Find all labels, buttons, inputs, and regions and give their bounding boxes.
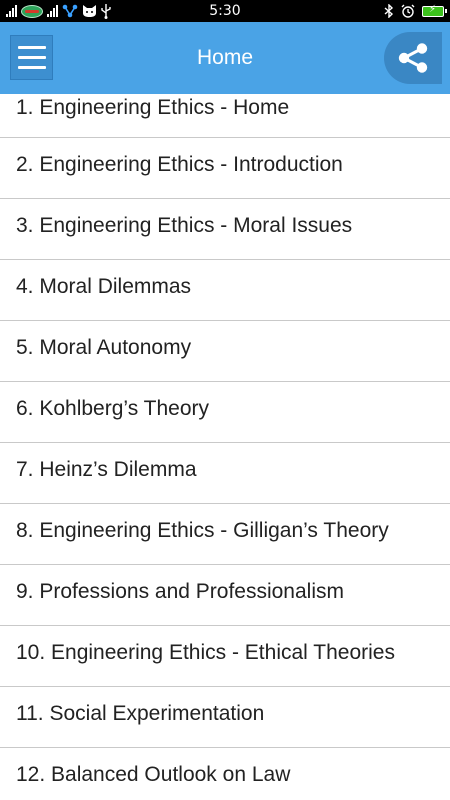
bluetooth-share-icon: [62, 4, 78, 18]
usb-icon: [101, 3, 111, 19]
signal-icon: [6, 5, 17, 17]
list-item[interactable]: 1. Engineering Ethics - Home: [0, 94, 450, 138]
carrier-logo-icon: [21, 4, 43, 18]
hamburger-menu-icon[interactable]: [10, 35, 53, 80]
battery-charging-icon: ⚡: [422, 4, 447, 17]
list-item[interactable]: 10. Engineering Ethics - Ethical Theorie…: [0, 626, 450, 687]
list-item[interactable]: 9. Professions and Professionalism: [0, 565, 450, 626]
list-item[interactable]: 11. Social Experimentation: [0, 687, 450, 748]
list-item[interactable]: 5. Moral Autonomy: [0, 321, 450, 382]
list-item[interactable]: 12. Balanced Outlook on Law: [0, 748, 450, 800]
list-item[interactable]: 3. Engineering Ethics - Moral Issues: [0, 199, 450, 260]
list-item[interactable]: 7. Heinz’s Dilemma: [0, 443, 450, 504]
status-left-icons: [0, 3, 180, 19]
chapter-list: 1. Engineering Ethics - Home 2. Engineer…: [0, 94, 450, 800]
status-right-icons: ⚡: [384, 0, 447, 22]
share-button[interactable]: [384, 32, 442, 84]
signal-icon: [47, 5, 58, 17]
list-item[interactable]: 4. Moral Dilemmas: [0, 260, 450, 321]
list-item[interactable]: 6. Kohlberg’s Theory: [0, 382, 450, 443]
list-item[interactable]: 8. Engineering Ethics - Gilligan’s Theor…: [0, 504, 450, 565]
status-bar: 5:30 ⚡: [0, 0, 450, 22]
app-bar: Home: [0, 22, 450, 94]
share-icon: [398, 43, 428, 73]
cat-icon: [83, 5, 96, 17]
alarm-icon: [401, 4, 415, 18]
bluetooth-icon: [384, 4, 394, 18]
list-item[interactable]: 2. Engineering Ethics - Introduction: [0, 138, 450, 199]
page-title: Home: [196, 46, 254, 69]
